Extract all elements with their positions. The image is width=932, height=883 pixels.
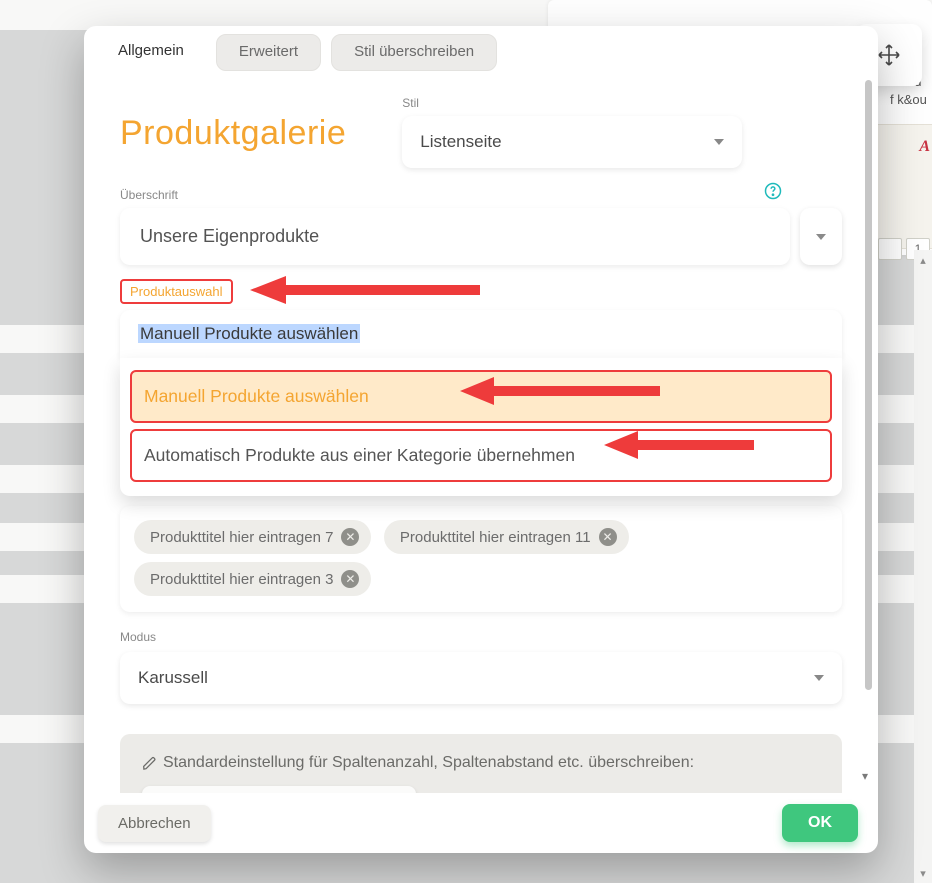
stil-label: Stil <box>402 96 742 110</box>
background-pager-prev[interactable] <box>878 238 902 260</box>
dialog-tabs: Allgemein Erweitert Stil überschreiben <box>96 34 497 71</box>
heading-expand-button[interactable] <box>800 208 842 265</box>
cancel-button[interactable]: Abbrechen <box>98 805 211 842</box>
produktauswahl-label: Produktauswahl <box>120 279 233 304</box>
chevron-down-icon <box>816 234 826 240</box>
background-brand-letter: A <box>919 138 930 156</box>
product-gallery-dialog: Allgemein Erweitert Stil überschreiben P… <box>84 26 878 853</box>
remove-tag-icon[interactable]: ✕ <box>341 528 359 546</box>
stil-value: Listenseite <box>420 132 501 151</box>
scroll-down-icon[interactable]: ▾ <box>862 769 874 781</box>
ok-button[interactable]: OK <box>782 804 858 842</box>
annotation-arrow-1 <box>250 273 480 307</box>
advanced-settings-button[interactable]: Zu den erweiterten Einstellungen <box>142 786 416 793</box>
option-label: Manuell Produkte auswählen <box>144 386 369 406</box>
produktauswahl-select[interactable]: Manuell Produkte auswählen <box>120 310 842 358</box>
advanced-settings-box: Standardeinstellung für Spaltenanzahl, S… <box>120 734 842 793</box>
tag-label: Produkttitel hier eintragen 11 <box>400 529 591 546</box>
dialog-title: Produktgalerie <box>120 114 346 153</box>
advanced-settings-text: Standardeinstellung für Spaltenanzahl, S… <box>142 754 820 772</box>
remove-tag-icon[interactable]: ✕ <box>341 570 359 588</box>
product-tag[interactable]: Produkttitel hier eintragen 11 ✕ <box>384 520 629 554</box>
tag-label: Produkttitel hier eintragen 7 <box>150 529 333 546</box>
produktauswahl-dropdown: Manuell Produkte auswählen Automatisch P… <box>120 358 842 496</box>
selected-products-box[interactable]: Produkttitel hier eintragen 7 ✕ Produktt… <box>120 506 842 612</box>
chevron-down-icon <box>814 675 824 681</box>
heading-label: Überschrift <box>120 188 842 202</box>
modus-value: Karussell <box>138 668 208 687</box>
option-label: Automatisch Produkte aus einer Kategorie… <box>144 445 575 465</box>
produktauswahl-selected: Manuell Produkte auswählen <box>138 324 360 343</box>
modus-select[interactable]: Karussell <box>120 652 842 704</box>
product-tag[interactable]: Produkttitel hier eintragen 3 ✕ <box>134 562 371 596</box>
tag-label: Produkttitel hier eintragen 3 <box>150 571 333 588</box>
stil-select[interactable]: Listenseite <box>402 116 742 168</box>
produktauswahl-option-auto[interactable]: Automatisch Produkte aus einer Kategorie… <box>130 429 832 482</box>
modus-label: Modus <box>120 630 842 644</box>
page-scrollbar[interactable]: ▴▾ <box>914 250 932 883</box>
background-subtext-2: f k&ou <box>890 92 927 107</box>
dialog-scrollbar[interactable] <box>865 72 872 723</box>
pencil-icon <box>142 756 157 771</box>
produktauswahl-option-manual[interactable]: Manuell Produkte auswählen <box>130 370 832 423</box>
move-icon <box>877 43 901 67</box>
tab-style-override[interactable]: Stil überschreiben <box>331 34 497 71</box>
tab-advanced[interactable]: Erweitert <box>216 34 321 71</box>
product-tag[interactable]: Produkttitel hier eintragen 7 ✕ <box>134 520 371 554</box>
heading-input[interactable] <box>120 208 790 265</box>
chevron-down-icon <box>714 139 724 145</box>
help-icon[interactable] <box>764 182 782 200</box>
tab-general[interactable]: Allgemein <box>96 34 206 71</box>
dialog-footer: Abbrechen OK <box>84 793 878 853</box>
remove-tag-icon[interactable]: ✕ <box>599 528 617 546</box>
